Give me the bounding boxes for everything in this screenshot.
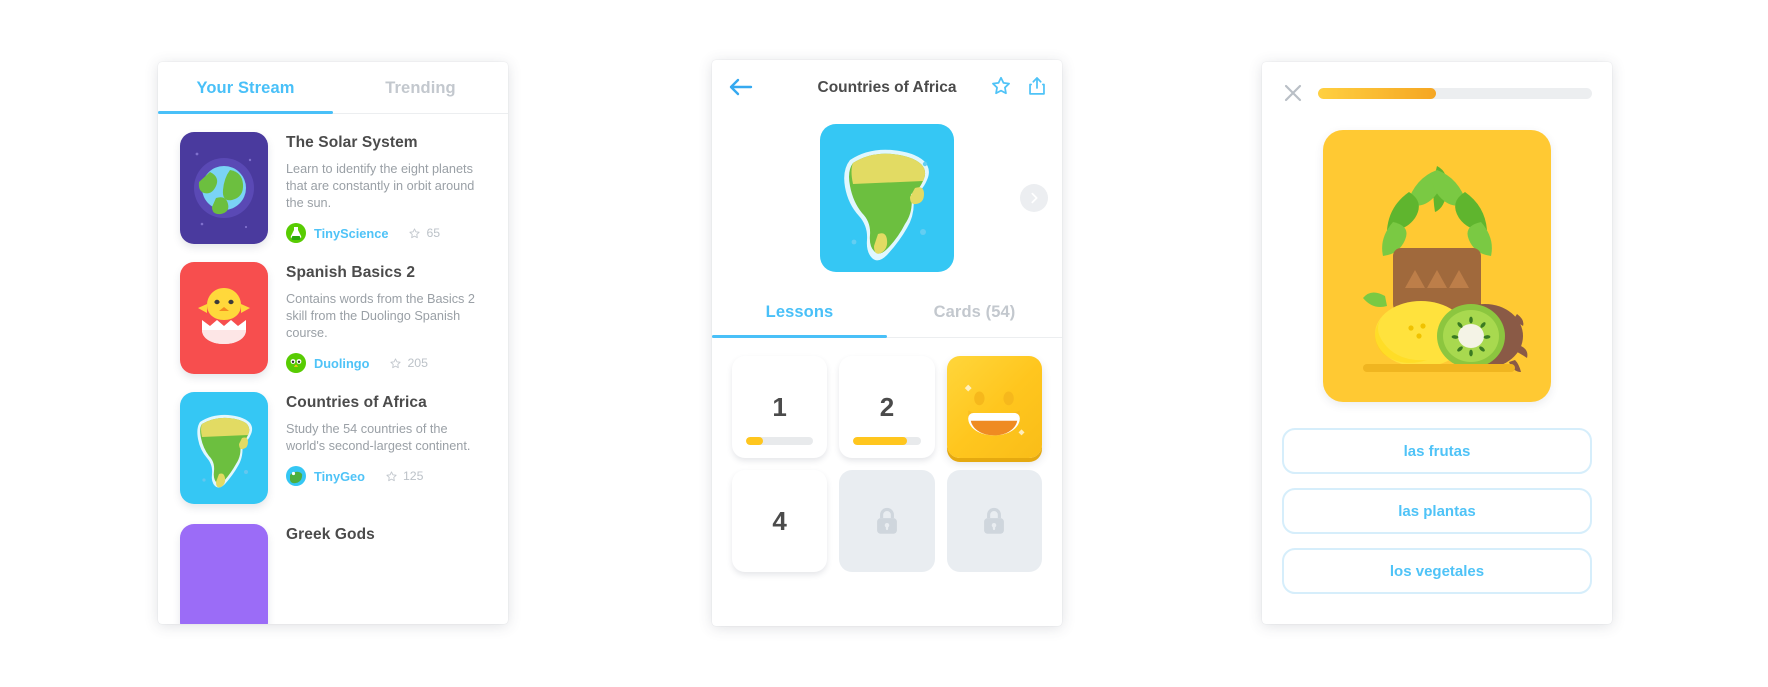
lesson-card-label: 2 — [879, 391, 895, 422]
star-outline-icon — [390, 357, 402, 368]
chevron-right-icon — [1031, 192, 1038, 204]
africa-map-icon — [180, 392, 268, 504]
answer-option-3[interactable]: los vegetales — [1282, 548, 1592, 594]
list-item-title: Spanish Basics 2 — [286, 264, 416, 281]
list-item-meta: TinyScience 65 — [286, 223, 486, 243]
list-item-body: Countries of Africa Study the 54 countri… — [286, 392, 486, 504]
tabbar-active-underline — [712, 335, 887, 338]
answer-option-label: las frutas — [1403, 442, 1471, 460]
list-item-description: Contains words from the Basics 2 skill f… — [286, 292, 475, 340]
list-item-description: Study the 54 countries of the world's se… — [286, 422, 471, 453]
quiz-header — [1262, 62, 1612, 104]
deck-panel: Countries of Africa Lessons Cards (54) 1… — [712, 60, 1062, 626]
list-item[interactable]: The Solar System Learn to identify the e… — [158, 114, 508, 244]
quiz-progress-bar — [1318, 87, 1592, 99]
fruits-illustration — [1323, 130, 1551, 402]
list-item-body: Greek Gods — [286, 524, 486, 624]
lesson-grid: 1 2 4 — [712, 338, 1062, 572]
list-item-author[interactable]: Duolingo — [314, 356, 369, 371]
star-count: 125 — [402, 469, 424, 483]
star-count: 205 — [407, 356, 428, 370]
avatar — [286, 353, 306, 373]
list-item-meta: Duolingo 205 — [286, 353, 486, 373]
tab-your-stream-label: Your Stream — [196, 78, 295, 97]
tab-lessons-label: Lessons — [765, 302, 834, 321]
answer-option-label: los vegetales — [1389, 562, 1485, 580]
list-item[interactable]: Greek Gods — [158, 504, 508, 624]
status-badge: 65 — [408, 226, 440, 240]
chick-egg-icon — [180, 262, 268, 374]
avatar — [286, 223, 306, 243]
lesson-card-label: 4 — [772, 505, 787, 536]
tab-lessons[interactable]: Lessons — [712, 286, 887, 338]
list-item-author[interactable]: TinyScience — [314, 226, 388, 241]
answer-options: las frutas las plantas los vegetales — [1262, 402, 1612, 594]
answer-option-label: las plantas — [1398, 502, 1476, 520]
list-item-meta: TinyGeo 125 — [286, 466, 486, 486]
earth-planet-icon — [180, 132, 268, 244]
stream-panel: Your Stream Trending The Solar System Le… — [158, 62, 508, 624]
lock-icon — [984, 507, 1005, 534]
share-icon[interactable] — [1026, 75, 1048, 97]
quiz-panel: las frutas las plantas los vegetales — [1262, 62, 1612, 624]
list-item-description: Learn to identify the eight planets that… — [286, 162, 475, 210]
lesson-card-2[interactable]: 2 — [839, 356, 935, 458]
list-item[interactable]: Spanish Basics 2 Contains words from the… — [158, 244, 508, 374]
lesson-card-locked-5[interactable] — [839, 470, 935, 572]
deck-header-actions — [990, 75, 1048, 97]
deck-tabbar: Lessons Cards (54) — [712, 286, 1062, 338]
status-badge: 125 — [385, 469, 424, 483]
lesson-progress-bar — [853, 437, 921, 445]
list-item-title: The Solar System — [286, 134, 418, 151]
lesson-card-label: 1 — [772, 391, 787, 422]
list-item-author[interactable]: TinyGeo — [314, 469, 365, 484]
tabbar-active-underline — [158, 111, 333, 114]
list-item-body: The Solar System Learn to identify the e… — [286, 132, 486, 244]
stream-list: The Solar System Learn to identify the e… — [158, 114, 508, 624]
lesson-progress-bar — [746, 437, 814, 445]
star-outline-icon — [409, 227, 421, 238]
answer-option-2[interactable]: las plantas — [1282, 488, 1592, 534]
stream-tabbar: Your Stream Trending — [158, 62, 508, 114]
status-badge: 205 — [389, 356, 428, 370]
screenshot-stage: Your Stream Trending The Solar System Le… — [0, 0, 1768, 687]
tab-trending[interactable]: Trending — [333, 62, 508, 114]
star-count: 65 — [426, 226, 441, 240]
tab-cards-label: Cards (54) — [933, 302, 1016, 321]
list-item-title: Greek Gods — [286, 526, 375, 543]
avatar — [286, 466, 306, 486]
lesson-card-1[interactable]: 1 — [732, 356, 828, 458]
lesson-card-4[interactable]: 4 — [732, 470, 828, 572]
list-item[interactable]: Countries of Africa Study the 54 countri… — [158, 374, 508, 504]
quiz-image-wrap — [1262, 104, 1612, 402]
list-item-body: Spanish Basics 2 Contains words from the… — [286, 262, 486, 374]
deck-hero — [712, 116, 1062, 286]
smiley-face-icon — [965, 384, 1025, 436]
greek-icon — [180, 524, 268, 624]
lesson-card-bonus[interactable] — [946, 356, 1042, 458]
africa-map-icon[interactable] — [820, 124, 954, 272]
list-item-title: Countries of Africa — [286, 394, 427, 411]
lock-icon — [877, 507, 897, 534]
star-outline-icon[interactable] — [990, 75, 1012, 97]
deck-header: Countries of Africa — [712, 60, 1062, 116]
star-outline-icon — [386, 470, 397, 481]
tab-your-stream[interactable]: Your Stream — [158, 62, 333, 114]
close-icon[interactable] — [1282, 82, 1304, 104]
answer-option-1[interactable]: las frutas — [1282, 428, 1592, 474]
next-button[interactable] — [1020, 184, 1048, 212]
lesson-card-locked-6[interactable] — [946, 470, 1042, 572]
tab-cards[interactable]: Cards (54) — [887, 286, 1062, 338]
tab-trending-label: Trending — [385, 78, 456, 97]
